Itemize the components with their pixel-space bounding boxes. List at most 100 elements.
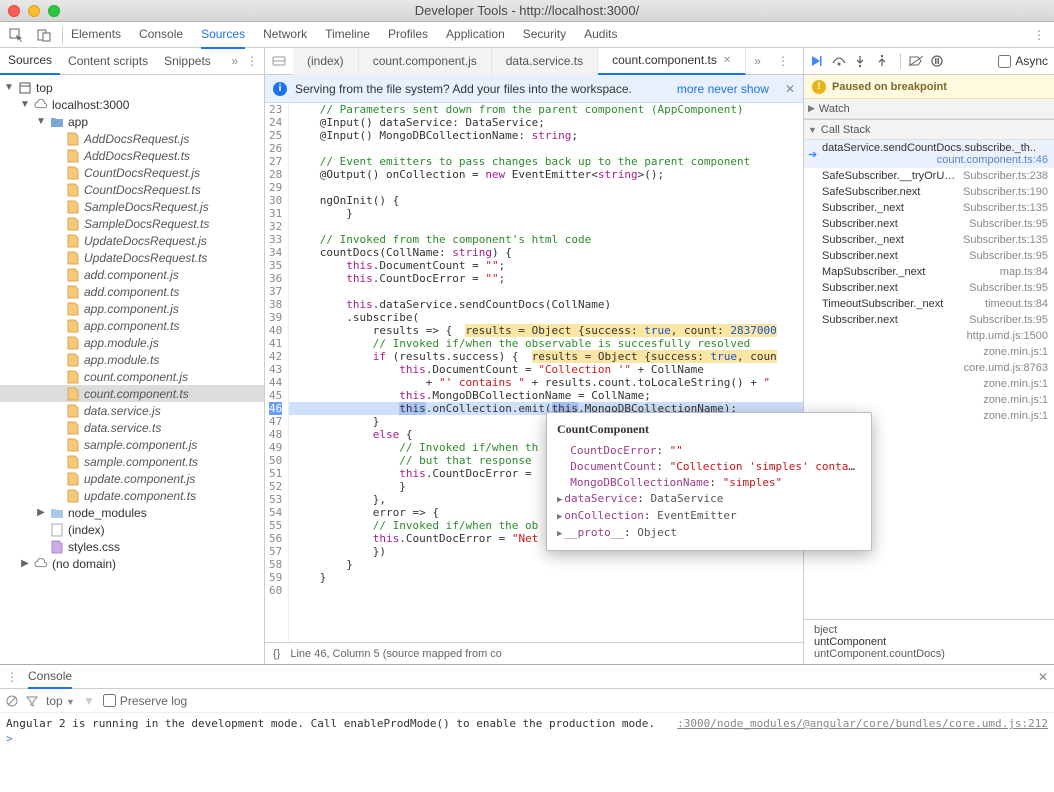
tree-item[interactable]: styles.css — [0, 538, 264, 555]
tree-item[interactable]: app.module.ts — [0, 351, 264, 368]
maximize-window-button[interactable] — [48, 5, 60, 17]
tree-item[interactable]: app.module.js — [0, 334, 264, 351]
code-line[interactable]: this.dataService.sendCountDocs(CollName) — [289, 298, 803, 311]
line-number[interactable]: 53 — [269, 493, 282, 506]
tree-item[interactable]: UpdateDocsRequest.js — [0, 232, 264, 249]
tree-item[interactable]: CountDocsRequest.ts — [0, 181, 264, 198]
code-line[interactable]: @Input() dataService: DataService; — [289, 116, 803, 129]
tree-item[interactable]: count.component.js — [0, 368, 264, 385]
drawer-menu-icon[interactable]: ⋮ — [6, 670, 18, 684]
console-source-link[interactable]: :3000/node_modules/@angular/core/bundles… — [677, 717, 1048, 730]
code-line[interactable]: // Invoked if/when the observable is suc… — [289, 337, 803, 350]
line-number[interactable]: 30 — [269, 194, 282, 207]
twisty-icon[interactable]: ▶ — [20, 558, 30, 569]
tree-item[interactable]: UpdateDocsRequest.ts — [0, 249, 264, 266]
line-number[interactable]: 47 — [269, 415, 282, 428]
console-prompt[interactable]: > — [6, 730, 1048, 745]
context-select[interactable]: top ▼ — [46, 694, 75, 708]
line-number[interactable]: 52 — [269, 480, 282, 493]
line-number[interactable]: 58 — [269, 558, 282, 571]
drawer-close-icon[interactable]: ✕ — [1038, 670, 1048, 684]
code-line[interactable]: results => { results = Object {success: … — [289, 324, 803, 337]
tabs-overflow-icon[interactable]: » — [746, 54, 769, 68]
line-number[interactable]: 50 — [269, 454, 282, 467]
stack-frame-location[interactable]: zone.min.js:1 — [983, 410, 1048, 422]
line-number[interactable]: 33 — [269, 233, 282, 246]
info-close-icon[interactable]: ✕ — [785, 82, 795, 96]
stack-frame-location[interactable]: zone.min.js:1 — [983, 394, 1048, 406]
tree-item[interactable]: count.component.ts — [0, 385, 264, 402]
line-number[interactable]: 31 — [269, 207, 282, 220]
tree-item[interactable]: data.service.ts — [0, 419, 264, 436]
code-line[interactable]: } — [289, 558, 803, 571]
stack-frame[interactable]: Subscriber.nextSubscriber.ts:95 — [804, 248, 1054, 264]
navigator-tab-snippets[interactable]: Snippets — [156, 48, 219, 74]
code-line[interactable]: this.CountDocError = ""; — [289, 272, 803, 285]
main-tab-timeline[interactable]: Timeline — [325, 21, 370, 49]
code-line[interactable] — [289, 142, 803, 155]
line-number[interactable]: 36 — [269, 272, 282, 285]
close-window-button[interactable] — [8, 5, 20, 17]
tree-item[interactable]: app.component.ts — [0, 317, 264, 334]
stack-frame[interactable]: core.umd.js:8763 — [804, 360, 1054, 376]
code-line[interactable]: } — [289, 207, 803, 220]
tree-item[interactable]: add.component.js — [0, 266, 264, 283]
tree-item[interactable]: update.component.js — [0, 470, 264, 487]
stack-frame[interactable]: MapSubscriber._nextmap.ts:84 — [804, 264, 1054, 280]
main-tab-profiles[interactable]: Profiles — [388, 21, 428, 49]
twisty-icon[interactable]: ▶ — [36, 507, 46, 518]
pause-on-exceptions-icon[interactable] — [931, 55, 947, 67]
code-line[interactable]: this.MongoDBCollectionName = CollName; — [289, 389, 803, 402]
code-line[interactable] — [289, 584, 803, 597]
code-line[interactable]: countDocs(CollName: string) { — [289, 246, 803, 259]
code-line[interactable]: + "' contains " + results.count.toLocale… — [289, 376, 803, 389]
stack-frame-location[interactable]: zone.min.js:1 — [983, 378, 1048, 390]
tree-item[interactable]: update.component.ts — [0, 487, 264, 504]
stack-frame[interactable]: Subscriber.nextSubscriber.ts:95 — [804, 312, 1054, 328]
main-tab-security[interactable]: Security — [523, 21, 566, 49]
code-line[interactable]: // Event emitters to pass changes back u… — [289, 155, 803, 168]
line-number[interactable]: 56 — [269, 532, 282, 545]
line-number[interactable]: 27 — [269, 155, 282, 168]
preserve-log-checkbox[interactable]: Preserve log — [103, 694, 187, 708]
stack-frame[interactable]: SafeSubscriber.nextSubscriber.ts:190 — [804, 184, 1054, 200]
code-line[interactable] — [289, 220, 803, 233]
stack-frame[interactable]: Subscriber.nextSubscriber.ts:95 — [804, 216, 1054, 232]
info-links[interactable]: more never show — [677, 82, 769, 96]
main-tab-application[interactable]: Application — [446, 21, 505, 49]
line-number[interactable]: 35 — [269, 259, 282, 272]
line-number[interactable]: 24 — [269, 116, 282, 129]
line-number[interactable]: 28 — [269, 168, 282, 181]
stack-frame-location[interactable]: Subscriber.ts:238 — [963, 170, 1048, 182]
devtools-menu-icon[interactable]: ⋮ — [1030, 28, 1048, 42]
tree-item[interactable]: SampleDocsRequest.ts — [0, 215, 264, 232]
line-number[interactable]: 34 — [269, 246, 282, 259]
line-number[interactable]: 45 — [269, 389, 282, 402]
pretty-print-icon[interactable]: {} — [273, 648, 280, 660]
line-number[interactable]: 55 — [269, 519, 282, 532]
code-line[interactable]: @Output() onCollection = new EventEmitte… — [289, 168, 803, 181]
line-number[interactable]: 57 — [269, 545, 282, 558]
line-number[interactable]: 54 — [269, 506, 282, 519]
clear-console-icon[interactable] — [6, 695, 18, 707]
line-number[interactable]: 44 — [269, 376, 282, 389]
tree-item[interactable]: data.service.js — [0, 402, 264, 419]
tree-item[interactable]: SampleDocsRequest.js — [0, 198, 264, 215]
code-line[interactable] — [289, 181, 803, 194]
stack-frame-location[interactable]: timeout.ts:84 — [985, 298, 1048, 310]
line-number[interactable]: 59 — [269, 571, 282, 584]
line-number[interactable]: 25 — [269, 129, 282, 142]
line-number[interactable]: 46 — [269, 402, 282, 415]
code-line[interactable]: ngOnInit() { — [289, 194, 803, 207]
file-tab[interactable]: count.component.ts✕ — [598, 48, 746, 75]
code-line[interactable]: if (results.success) { results = Object … — [289, 350, 803, 363]
tree-item[interactable]: AddDocsRequest.ts — [0, 147, 264, 164]
main-tab-console[interactable]: Console — [139, 21, 183, 49]
twisty-icon[interactable]: ▼ — [4, 82, 14, 93]
tree-item[interactable]: app.component.js — [0, 300, 264, 317]
code-line[interactable]: this.DocumentCount = ""; — [289, 259, 803, 272]
tree-item[interactable]: sample.component.ts — [0, 453, 264, 470]
step-over-icon[interactable] — [832, 55, 848, 67]
code-line[interactable]: // Parameters sent down from the parent … — [289, 103, 803, 116]
stack-frame[interactable]: zone.min.js:1 — [804, 344, 1054, 360]
